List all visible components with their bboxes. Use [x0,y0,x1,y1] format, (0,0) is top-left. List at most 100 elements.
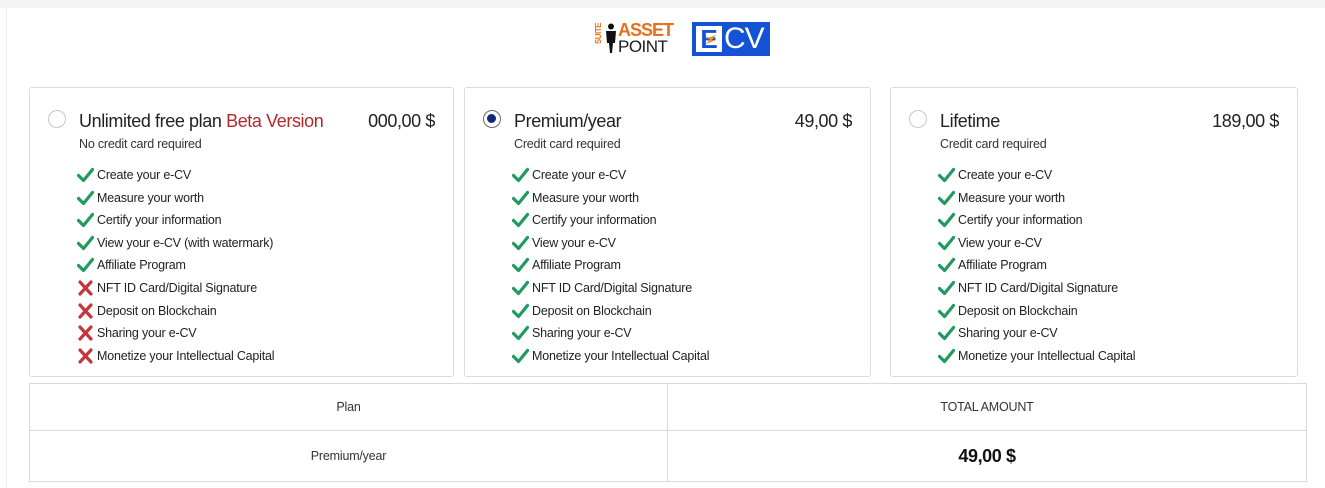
assetpoint-logo-point: POINT [618,37,668,56]
check-icon [512,280,529,296]
feature-label: Measure your worth [958,190,1065,205]
cross-icon [77,302,94,319]
feature-item: Certify your information [77,211,274,234]
check-icon [512,190,529,206]
check-icon [77,257,94,273]
plan-radio-free[interactable] [48,110,66,128]
summary-header-total: TOTAL AMOUNT [940,400,1034,414]
check-icon [512,167,529,183]
summary-header-plan: Plan [336,400,361,414]
summary-total-amount: 49,00 $ [958,445,1016,466]
check-icon [938,257,955,273]
beta-badge: Beta Version [226,111,324,131]
check-icon [938,325,955,341]
plan-name-text: Lifetime [940,111,1000,131]
plan-subtitle: Credit card required [940,137,1047,151]
feature-label: Deposit on Blockchain [97,303,217,318]
plan-subtitle: Credit card required [514,137,621,151]
feature-label: NFT ID Card/Digital Signature [958,280,1119,295]
assetpoint-logo: SUITE ASSET POINT [594,21,674,57]
feature-item: View your e-CV [938,234,1135,257]
check-icon [938,167,955,183]
plan-card-premium[interactable]: Premium/year 49,00 $ Credit card required C… [464,87,871,377]
feature-label: Measure your worth [97,190,204,205]
feature-item: Affiliate Program [77,256,274,279]
feature-label: Monetize your Intellectual Capital [958,348,1136,363]
feature-label: Create your e-CV [532,168,627,182]
feature-label: Affiliate Program [97,258,186,273]
check-icon [512,348,529,364]
feature-list: Create your e-CV Measure your worth Certif… [512,166,710,370]
plan-subtitle: No credit card required [79,137,202,151]
feature-label: Sharing your e-CV [532,326,632,341]
check-icon [938,280,955,296]
feature-label: Certify your information [958,213,1083,228]
feature-item: Deposit on Blockchain [77,302,274,325]
feature-item: Create your e-CV [938,166,1135,189]
cross-icon [77,280,94,296]
summary-selected-plan: Premium/year [310,449,387,463]
feature-label: Create your e-CV [958,168,1053,182]
feature-label: Certify your information [97,213,222,228]
check-icon [938,190,955,206]
feature-label: NFT ID Card/Digital Signature [532,280,693,295]
feature-item: Sharing your e-CV [512,324,709,347]
feature-item: Create your e-CV [77,166,274,189]
feature-item: View your e-CV (with watermark) [77,234,274,257]
cross-icon [77,348,94,364]
plan-card-free[interactable]: Unlimited free plan Beta Version 000,00 $… [29,87,454,377]
plan-name-text: Unlimited free plan [79,111,222,131]
plan-price: 49,00 $ [794,111,853,131]
feature-item: View your e-CV [512,234,709,257]
plan-price: 189,00 $ [1212,111,1279,131]
check-icon [77,190,94,206]
feature-item: NFT ID Card/Digital Signature [938,279,1135,302]
plan-card-lifetime[interactable]: Lifetime 189,00 $ Credit card required Crea… [890,87,1298,377]
order-summary-table: Plan TOTAL AMOUNT Premium/year 49,00 $ [29,383,1307,482]
feature-item: Deposit on Blockchain [512,302,709,325]
feature-item: Measure your worth [512,189,709,212]
check-icon [512,212,529,228]
feature-item: Affiliate Program [938,256,1135,279]
assetpoint-logo-suite: SUITE [594,23,603,45]
feature-label: Certify your information [532,213,657,228]
check-icon [938,348,955,364]
feature-label: Sharing your e-CV [958,326,1058,341]
feature-item: Deposit on Blockchain [938,302,1135,325]
feature-item: Measure your worth [77,189,274,212]
check-icon [938,303,955,319]
feature-item: NFT ID Card/Digital Signature [512,279,709,302]
feature-label: Affiliate Program [958,258,1047,273]
feature-label: Monetize your Intellectual Capital [532,348,710,363]
plan-radio-premium[interactable] [483,110,501,128]
ecv-logo-e-box: E [696,26,722,52]
feature-label: View your e-CV [532,235,616,250]
feature-label: NFT ID Card/Digital Signature [97,280,258,295]
check-icon [512,235,529,251]
check-icon [938,235,955,251]
plan-name: Unlimited free plan Beta Version [79,110,324,132]
feature-label: View your e-CV (with watermark) [97,235,274,250]
ecv-logo-e: E [700,24,718,54]
top-bar [0,0,1325,8]
feature-item: Monetize your Intellectual Capital [938,347,1136,370]
check-icon [512,303,529,319]
feature-label: Sharing your e-CV [97,326,197,341]
feature-label: Deposit on Blockchain [532,303,652,318]
plan-name: Premium/year [514,110,622,132]
feature-item: Affiliate Program [512,256,709,279]
feature-label: Create your e-CV [97,168,192,182]
ecv-logo-cv: CV [724,22,765,55]
feature-item: Certify your information [512,211,709,234]
check-icon [77,212,94,228]
feature-item: Certify your information [938,211,1135,234]
feature-item: Monetize your Intellectual Capital [512,347,710,370]
feature-label: Measure your worth [532,190,639,205]
check-icon [512,325,529,341]
plan-radio-lifetime[interactable] [909,110,927,128]
feature-item: Sharing your e-CV [77,324,274,347]
cross-icon [77,325,94,341]
plan-name: Lifetime [940,110,1000,132]
check-icon [938,212,955,228]
feature-label: Deposit on Blockchain [958,303,1078,318]
